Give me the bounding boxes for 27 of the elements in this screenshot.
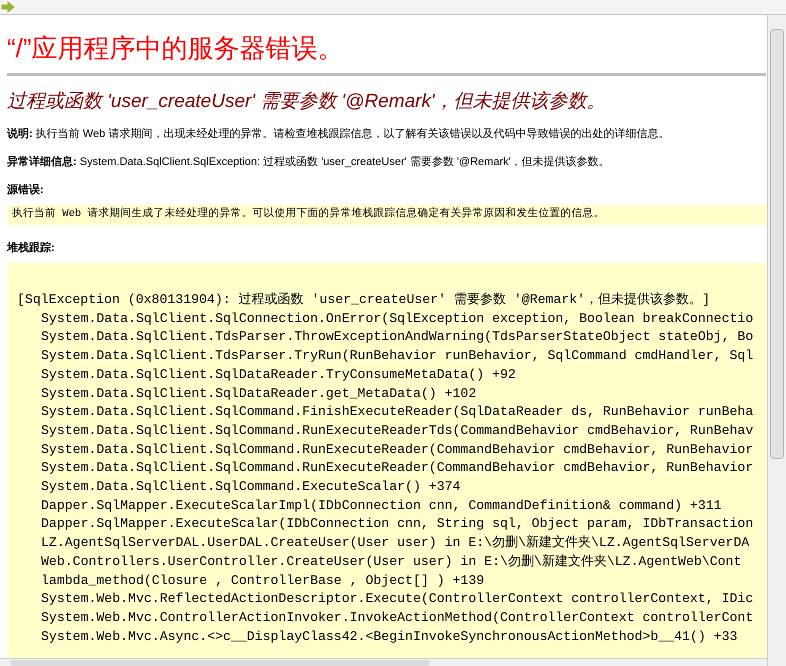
stack-frame: System.Data.SqlClient.TdsParser.TryRun(RunBehavior runBehavior, SqlCommand cmdHandler, Sql: [17, 347, 767, 366]
stack-frame: System.Web.Mvc.Async.<>c__DisplayClass42.<BeginInvokeSynchronousActionMethod>b__41() +33: [17, 628, 767, 646]
stack-frame: System.Data.SqlClient.SqlDataReader.get_MetaData() +102: [17, 384, 767, 404]
section-label: 堆栈跟踪:: [7, 241, 56, 255]
stack-frame: Web.Controllers.UserController.CreateUser(User user) in E:\勿删\新建文件夹\LZ.AgentWeb\Cont: [17, 552, 767, 572]
stack-frame: LZ.AgentSqlServerDAL.UserDAL.CreateUser(User user) in E:\勿删\新建文件夹\LZ.AgentSqlServerDA: [17, 534, 767, 553]
stack-frame: System.Data.SqlClient.SqlCommand.FinishExecuteReader(SqlDataReader ds, RunBehavior runBeha: [17, 403, 767, 422]
error-heading: 过程或函数 'user_createUser' 需要参数 '@Remark'，但未提供该参数。: [7, 90, 607, 114]
stack-frame: System.Data.SqlClient.SqlDataReader.TryConsumeMetaData() +92: [17, 366, 767, 385]
stack-frame: System.Data.SqlClient.SqlCommand.RunExecuteReader(CommandBehavior cmdBehavior, RunBehavior: [17, 440, 767, 460]
section-label: 源错误:: [7, 183, 45, 197]
info-text: 异常详细信息: System.Data.SqlClient.SqlException: 过程或函数 'user_createUser' 需要参数 '@Remark'，但未提供该参数。: [7, 155, 611, 169]
stack-frame: System.Data.SqlClient.SqlCommand.ExecuteScalar() +374: [17, 478, 767, 497]
stack-frame: Dapper.SqlMapper.ExecuteScalar(IDbConnection cnn, String sql, Object param, IDbTransaction: [17, 515, 767, 534]
source-error-box: 执行当前 Web 请求期间生成了未经处理的异常。可以使用下面的异常堆栈跟踪信息确定有关异常原因和发生位置的信息。: [7, 205, 767, 225]
stack-frame: Dapper.SqlMapper.ExecuteScalarImpl(IDbConnection cnn, CommandDefinition& command) +311: [17, 496, 767, 516]
arrow-icon: [1, 1, 15, 13]
stack-frame: System.Web.Mvc.ControllerActionInvoker.InvokeActionMethod(ControllerContext controllerCont: [17, 608, 767, 628]
info-text: 说明: 执行当前 Web 请求期间，出现未经处理的异常。请检查堆栈跟踪信息，以了解有关该错误以及代码中导致错误的出处的详细信息。: [7, 127, 670, 141]
stack-frame: System.Data.SqlClient.SqlCommand.RunExecuteReaderTds(CommandBehavior cmdBehavior, RunBehav: [17, 422, 767, 441]
stack-frame: System.Data.SqlClient.SqlCommand.RunExecuteReader(CommandBehavior cmdBehavior, RunBehavior: [17, 459, 767, 478]
stack-trace-header: [SqlException (0x80131904): 过程或函数 'user_createUser' 需要参数 '@Remark'，但未提供该参数。]: [17, 291, 711, 309]
stack-frame: System.Data.SqlClient.TdsParser.ThrowExceptionAndWarning(TdsParserStateObject stateObj, Bo: [17, 328, 767, 348]
stack-frame: System.Web.Mvc.ReflectedActionDescriptor.Execute(ControllerContext controllerContext, IDic: [17, 590, 767, 609]
page-title: “/”应用程序中的服务器错误。: [7, 33, 345, 63]
stack-frame: System.Data.SqlClient.SqlConnection.OnError(SqlException exception, Boolean breakConnectio: [17, 310, 767, 328]
stack-frame: lambda_method(Closure , ControllerBase , Object[] ) +139: [17, 572, 767, 590]
